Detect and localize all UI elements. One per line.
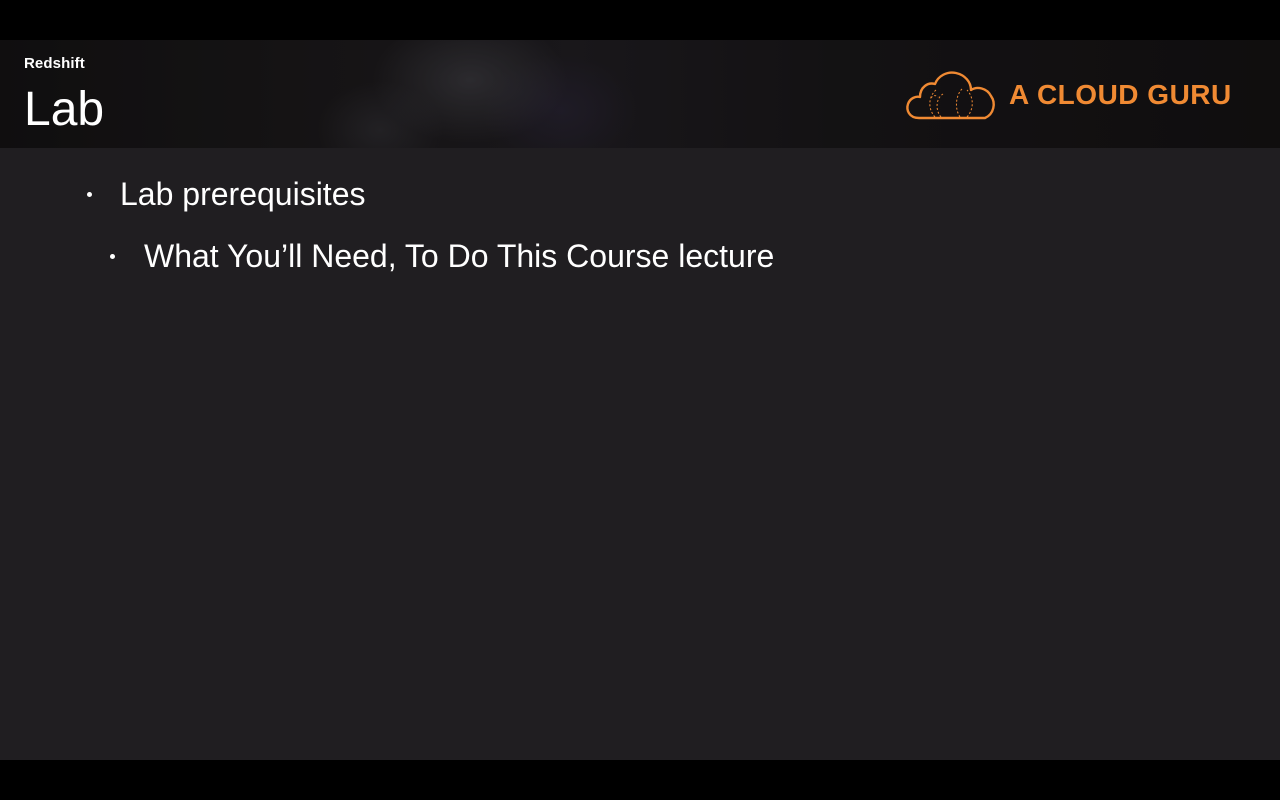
section-label: Redshift xyxy=(24,55,85,72)
letterbox-top xyxy=(0,0,1280,40)
letterbox-bottom xyxy=(0,760,1280,800)
slide: Redshift Lab A CLOUD GURU Lab prerequisi… xyxy=(0,40,1280,760)
bullet-text: What You’ll Need, To Do This Course lect… xyxy=(144,238,775,274)
logo-text: A CLOUD GURU xyxy=(1009,79,1232,110)
bullet-item-lab-prerequisites: Lab prerequisites xyxy=(87,176,365,213)
slide-title: Lab xyxy=(24,83,105,136)
bullet-text: Lab prerequisites xyxy=(120,176,366,212)
a-cloud-guru-logo: A CLOUD GURU xyxy=(905,66,1245,124)
cloud-icon xyxy=(905,68,997,122)
bullet-icon xyxy=(110,254,115,259)
bullet-icon xyxy=(87,192,92,197)
bullet-item-what-youll-need: What You’ll Need, To Do This Course lect… xyxy=(110,238,774,275)
